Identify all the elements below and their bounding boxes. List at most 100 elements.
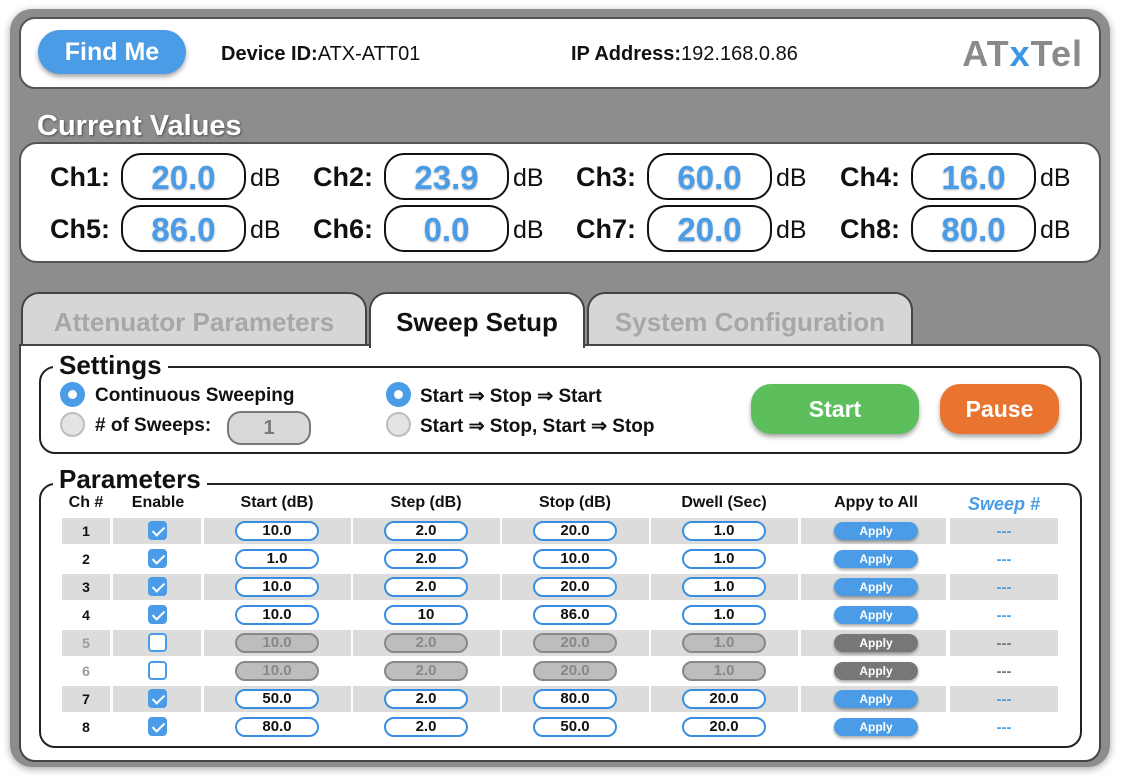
start-input[interactable]: 10.0: [235, 661, 319, 681]
atxtel-logo: ATxTel: [962, 33, 1083, 74]
device-id-value: ATX-ATT01: [317, 43, 421, 65]
step-input[interactable]: 2.0: [384, 689, 468, 709]
stop-input[interactable]: 80.0: [533, 689, 617, 709]
mode-start-stop-start-label: Start ⇒ Stop ⇒ Start: [420, 386, 602, 407]
start-input[interactable]: 50.0: [235, 689, 319, 709]
sweep-count: ---: [996, 663, 1012, 680]
stop-input[interactable]: 20.0: [533, 661, 617, 681]
stop-input[interactable]: 20.0: [533, 633, 617, 653]
tab-sweep-setup[interactable]: Sweep Setup: [369, 292, 585, 348]
apply-button[interactable]: Apply: [834, 662, 918, 680]
dwell-input[interactable]: 1.0: [682, 605, 766, 625]
channel-label: Ch1:: [50, 162, 110, 192]
channel-label: Ch3:: [576, 162, 636, 192]
channel-unit: dB: [513, 216, 544, 244]
sweep-count: ---: [996, 691, 1012, 708]
enable-checkbox[interactable]: [148, 605, 167, 624]
mode-start-stop-repeat-radio[interactable]: [386, 412, 411, 437]
step-input[interactable]: 2.0: [384, 549, 468, 569]
dwell-input[interactable]: 20.0: [682, 717, 766, 737]
channel-unit: dB: [250, 216, 281, 244]
device-id-label: Device ID:: [221, 43, 318, 65]
header-bar: Find Me Device ID:ATX-ATT01 IP Address:1…: [19, 17, 1101, 89]
channel-label: Ch2:: [313, 162, 373, 192]
header-sweep: Sweep #: [967, 494, 1041, 514]
dwell-input[interactable]: 1.0: [682, 633, 766, 653]
find-me-button[interactable]: Find Me: [38, 30, 186, 74]
continuous-sweeping-label: Continuous Sweeping: [95, 385, 295, 406]
step-input[interactable]: 2.0: [384, 521, 468, 541]
row-channel-number: 4: [82, 607, 90, 623]
dwell-input[interactable]: 20.0: [682, 689, 766, 709]
enable-checkbox[interactable]: [148, 717, 167, 736]
channel-value: 0.0: [384, 205, 509, 252]
channel-label: Ch8:: [840, 214, 900, 244]
enable-checkbox[interactable]: [148, 549, 167, 568]
continuous-sweeping-radio[interactable]: [60, 382, 85, 407]
enable-checkbox[interactable]: [148, 521, 167, 540]
row-channel-number: 5: [82, 635, 90, 651]
start-input[interactable]: 1.0: [235, 549, 319, 569]
row-channel-number: 8: [82, 719, 90, 735]
current-values-title: Current Values: [37, 110, 242, 142]
tab-attenuator-parameters[interactable]: Attenuator Parameters: [21, 292, 367, 346]
sweep-count: ---: [996, 523, 1012, 540]
dwell-input[interactable]: 1.0: [682, 577, 766, 597]
enable-checkbox[interactable]: [148, 689, 167, 708]
channel-unit: dB: [1040, 164, 1071, 192]
channel-unit: dB: [513, 164, 544, 192]
num-sweeps-label: # of Sweeps:: [95, 415, 212, 436]
channel-value: 20.0: [121, 153, 246, 200]
stop-input[interactable]: 10.0: [533, 549, 617, 569]
channel-label: Ch6:: [313, 214, 373, 244]
stop-input[interactable]: 50.0: [533, 717, 617, 737]
header-start: Start (dB): [240, 494, 314, 511]
start-input[interactable]: 10.0: [235, 521, 319, 541]
stop-input[interactable]: 86.0: [533, 605, 617, 625]
start-input[interactable]: 80.0: [235, 717, 319, 737]
mode-start-stop-start-radio[interactable]: [386, 382, 411, 407]
num-sweeps-input[interactable]: 1: [227, 411, 311, 445]
start-input[interactable]: 10.0: [235, 605, 319, 625]
channel-value: 60.0: [647, 153, 772, 200]
channel-value: 16.0: [911, 153, 1036, 200]
dwell-input[interactable]: 1.0: [682, 521, 766, 541]
header-step: Step (dB): [390, 494, 462, 511]
step-input[interactable]: 2.0: [384, 717, 468, 737]
step-input[interactable]: 2.0: [384, 633, 468, 653]
channel-unit: dB: [1040, 216, 1071, 244]
num-sweeps-radio[interactable]: [60, 412, 85, 437]
apply-button[interactable]: Apply: [834, 634, 918, 652]
apply-button[interactable]: Apply: [834, 578, 918, 596]
stop-input[interactable]: 20.0: [533, 577, 617, 597]
enable-checkbox[interactable]: [148, 633, 167, 652]
dwell-input[interactable]: 1.0: [682, 549, 766, 569]
start-input[interactable]: 10.0: [235, 633, 319, 653]
step-input[interactable]: 10: [384, 605, 468, 625]
apply-button[interactable]: Apply: [834, 690, 918, 708]
ip-address-label: IP Address:: [571, 43, 682, 65]
pause-button[interactable]: Pause: [940, 384, 1059, 434]
start-button[interactable]: Start: [751, 384, 919, 434]
apply-button[interactable]: Apply: [834, 550, 918, 568]
row-channel-number: 6: [82, 663, 90, 679]
enable-checkbox[interactable]: [148, 661, 167, 680]
apply-button[interactable]: Apply: [834, 718, 918, 736]
stop-input[interactable]: 20.0: [533, 521, 617, 541]
apply-button[interactable]: Apply: [834, 606, 918, 624]
start-input[interactable]: 10.0: [235, 577, 319, 597]
channel-value: 86.0: [121, 205, 246, 252]
dwell-input[interactable]: 1.0: [682, 661, 766, 681]
sweep-count: ---: [996, 635, 1012, 652]
header-dwell: Dwell (Sec): [681, 494, 767, 511]
channel-label: Ch4:: [840, 162, 900, 192]
enable-checkbox[interactable]: [148, 577, 167, 596]
step-input[interactable]: 2.0: [384, 577, 468, 597]
tab-system-configuration[interactable]: System Configuration: [587, 292, 913, 346]
row-channel-number: 1: [82, 523, 90, 539]
apply-button[interactable]: Apply: [834, 522, 918, 540]
parameters-title: Parameters: [53, 464, 207, 495]
header-enable: Enable: [131, 494, 185, 511]
step-input[interactable]: 2.0: [384, 661, 468, 681]
ip-address-value: 192.168.0.86: [681, 43, 798, 65]
